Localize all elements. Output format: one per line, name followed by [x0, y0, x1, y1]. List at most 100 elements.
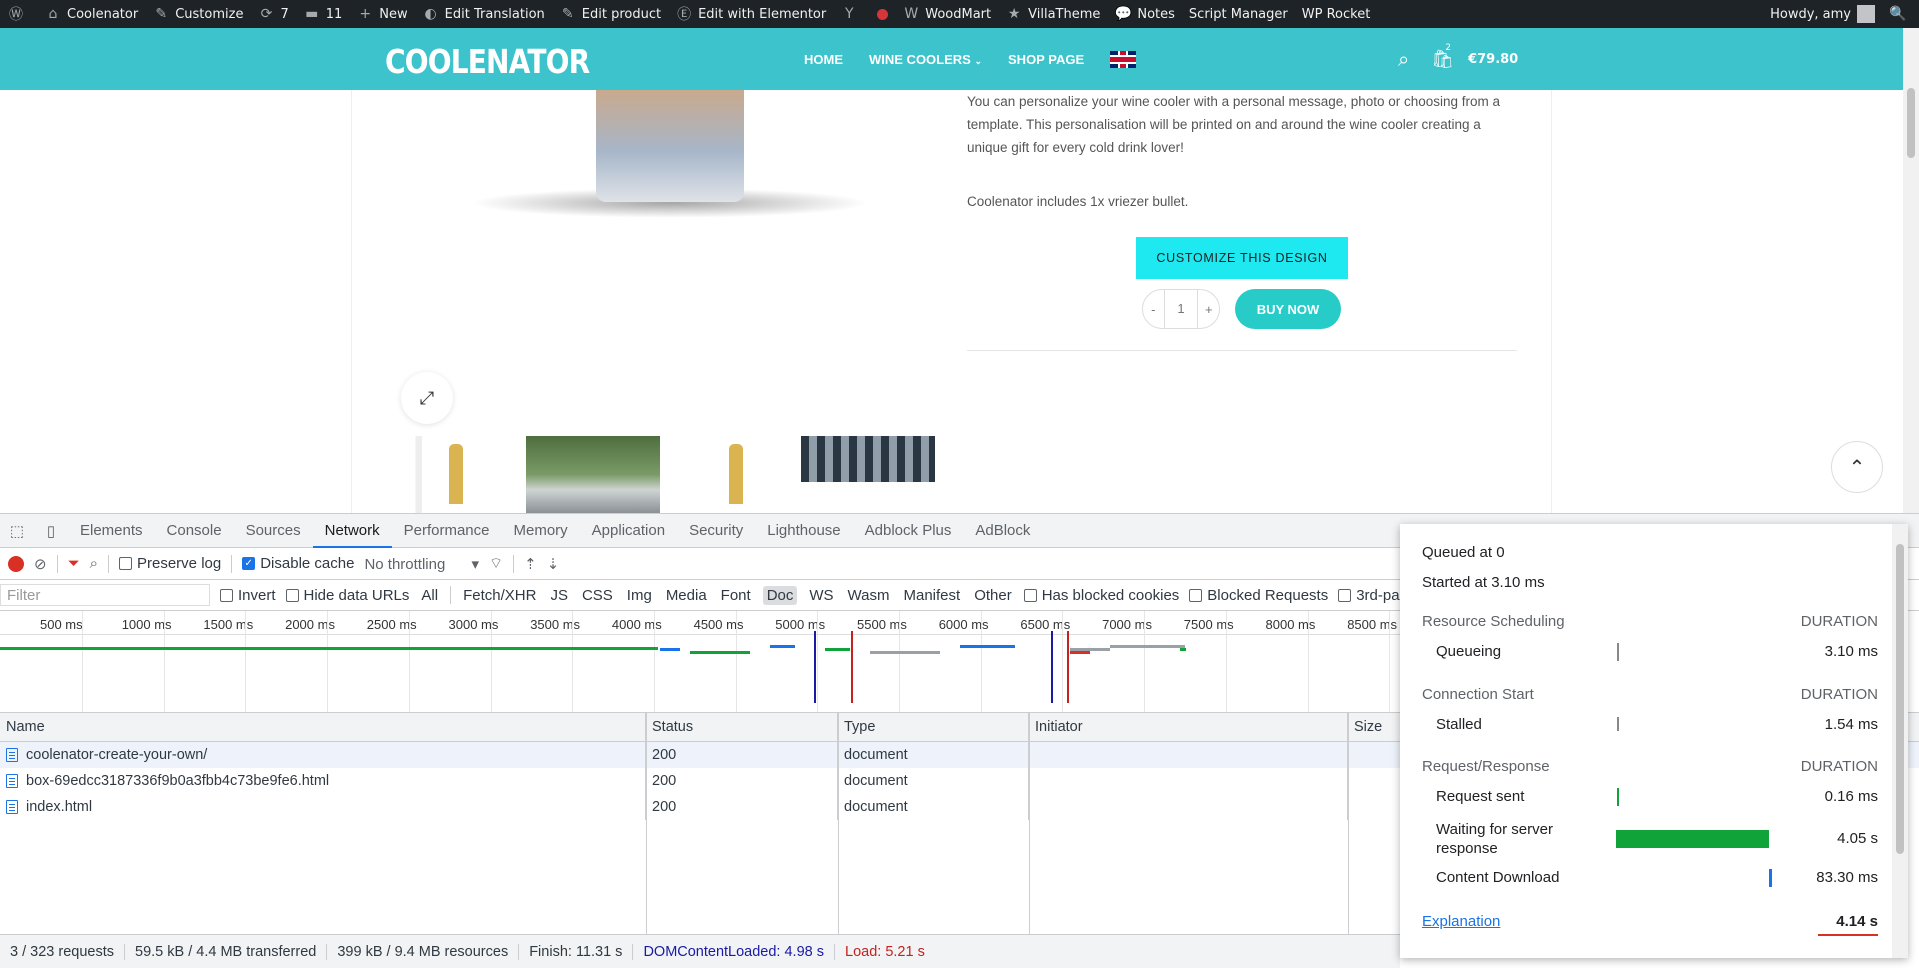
page-content: You can personalize your wine cooler wit…: [0, 90, 1903, 513]
filter-type-wasm[interactable]: Wasm: [846, 587, 892, 604]
wp-rocket-link[interactable]: WP Rocket: [1295, 0, 1378, 28]
product-thumbnail[interactable]: [526, 436, 660, 513]
import-har-icon[interactable]: ⇡: [524, 555, 537, 573]
request-initiator: [1029, 768, 1348, 794]
product-thumbnail[interactable]: [801, 436, 935, 482]
cart-icon[interactable]: 🛍 2: [1431, 43, 1454, 70]
hide-data-urls-checkbox[interactable]: Hide data URLs: [285, 587, 409, 604]
col-name[interactable]: Name: [0, 713, 646, 741]
nav-home[interactable]: HOME: [804, 52, 843, 67]
expand-image-button[interactable]: ⤢: [401, 372, 453, 424]
product-thumbnail[interactable]: [399, 436, 481, 513]
filter-type-js[interactable]: JS: [548, 587, 570, 604]
popover-scrollbar[interactable]: [1892, 524, 1908, 958]
disable-cache-checkbox[interactable]: ✓ Disable cache: [242, 555, 354, 572]
device-toolbar-icon[interactable]: ▯: [34, 522, 68, 540]
notes-link[interactable]: 💬 Notes: [1107, 0, 1182, 28]
request-initiator: [1029, 742, 1348, 768]
queueing-bar: [1617, 643, 1619, 661]
site-name-link[interactable]: ⌂ Coolenator: [37, 0, 145, 28]
page-scrollbar[interactable]: [1903, 28, 1919, 513]
network-conditions-icon[interactable]: ⌔: [489, 554, 503, 573]
qty-minus-button[interactable]: -: [1143, 302, 1164, 317]
site-logo[interactable]: COOLENATOR: [385, 42, 590, 81]
tab-adblock-plus[interactable]: Adblock Plus: [853, 514, 964, 548]
filter-funnel-icon[interactable]: ⏷: [68, 555, 80, 572]
product-thumbnail[interactable]: [671, 436, 791, 513]
script-manager-link[interactable]: Script Manager: [1182, 0, 1295, 28]
edit-with-elementor-link[interactable]: Ⓔ Edit with Elementor: [668, 0, 833, 28]
comments-link[interactable]: ▬ 11: [296, 0, 350, 28]
qty-plus-button[interactable]: +: [1198, 302, 1219, 317]
main-nav: HOME WINE COOLERS ⌄ SHOP PAGE: [804, 28, 1137, 90]
timeline-ruler: 500 ms 1000 ms 1500 ms 2000 ms 2500 ms 3000 m…: [0, 611, 1400, 635]
filter-type-font[interactable]: Font: [719, 587, 753, 604]
filter-type-other[interactable]: Other: [972, 587, 1014, 604]
tab-console[interactable]: Console: [155, 514, 234, 548]
scrollbar-thumb[interactable]: [1907, 88, 1915, 158]
filter-type-img[interactable]: Img: [625, 587, 654, 604]
search-icon[interactable]: ⌕: [90, 555, 98, 572]
has-blocked-cookies-checkbox[interactable]: Has blocked cookies: [1023, 587, 1179, 604]
col-initiator[interactable]: Initiator: [1029, 713, 1348, 741]
search-icon[interactable]: ⌕: [1398, 47, 1409, 71]
quantity-stepper: - 1 +: [1142, 289, 1220, 329]
filter-type-doc[interactable]: Doc: [762, 585, 798, 605]
export-har-icon[interactable]: ⇣: [547, 555, 560, 573]
clear-icon[interactable]: ⊘: [34, 555, 47, 573]
nav-shop-page[interactable]: SHOP PAGE: [1008, 52, 1084, 67]
blocked-requests-checkbox[interactable]: Blocked Requests: [1189, 587, 1328, 604]
third-party-checkbox[interactable]: 3rd-part: [1338, 587, 1409, 604]
record-dot[interactable]: [870, 0, 895, 28]
my-account-link[interactable]: Howdy, amy: [1763, 0, 1882, 28]
edit-product-link[interactable]: ✎ Edit product: [552, 0, 668, 28]
tab-adblock[interactable]: AdBlock: [963, 514, 1042, 548]
tab-sources[interactable]: Sources: [234, 514, 313, 548]
tab-memory[interactable]: Memory: [502, 514, 580, 548]
tab-elements[interactable]: Elements: [68, 514, 155, 548]
duration-header: DURATION: [1800, 613, 1878, 630]
villatheme-link[interactable]: ★ VillaTheme: [998, 0, 1107, 28]
inspect-element-icon[interactable]: ⬚: [0, 522, 34, 540]
wordpress-logo[interactable]: Ⓦ: [0, 0, 37, 28]
filter-type-fetch-xhr[interactable]: Fetch/XHR: [461, 587, 538, 604]
new-content-link[interactable]: + New: [349, 0, 414, 28]
document-icon: [6, 748, 18, 762]
filter-type-manifest[interactable]: Manifest: [902, 587, 963, 604]
tab-network[interactable]: Network: [312, 514, 392, 548]
scrollbar-thumb[interactable]: [1896, 544, 1904, 854]
col-status[interactable]: Status: [646, 713, 838, 741]
woodmart-link[interactable]: W WoodMart: [895, 0, 998, 28]
filter-type-css[interactable]: CSS: [580, 587, 615, 604]
filter-input[interactable]: Filter: [0, 584, 210, 606]
invert-checkbox[interactable]: Invert: [220, 587, 276, 604]
scroll-to-top-button[interactable]: ⌃: [1831, 441, 1883, 493]
updates-link[interactable]: ⟳ 7: [250, 0, 295, 28]
explanation-link[interactable]: Explanation: [1422, 913, 1500, 930]
buy-now-button[interactable]: BUY NOW: [1235, 289, 1341, 329]
tab-lighthouse[interactable]: Lighthouse: [755, 514, 852, 548]
request-name: coolenator-create-your-own/: [0, 742, 646, 768]
tab-application[interactable]: Application: [580, 514, 677, 548]
filter-type-ws[interactable]: WS: [807, 587, 835, 604]
customize-design-button[interactable]: CUSTOMIZE THIS DESIGN: [1136, 237, 1348, 279]
admin-search[interactable]: 🔍: [1882, 0, 1919, 28]
uk-flag-icon[interactable]: [1110, 50, 1137, 68]
throttling-select[interactable]: No throttling ▾: [364, 555, 479, 573]
filter-type-all[interactable]: All: [419, 587, 440, 604]
yoast-link[interactable]: Y: [833, 0, 870, 28]
nav-wine-coolers[interactable]: WINE COOLERS ⌄: [869, 52, 982, 67]
preserve-log-checkbox[interactable]: Preserve log: [119, 555, 221, 572]
record-icon[interactable]: [8, 555, 24, 572]
customize-link[interactable]: ✎ Customize: [145, 0, 250, 28]
cart-total[interactable]: €79.80: [1468, 52, 1518, 67]
tab-performance[interactable]: Performance: [392, 514, 502, 548]
qty-input[interactable]: 1: [1163, 289, 1199, 329]
col-type[interactable]: Type: [838, 713, 1029, 741]
request-sent-value: 0.16 ms: [1824, 788, 1878, 805]
timeline-request-bar: [690, 651, 750, 654]
edit-translation-link[interactable]: ◐ Edit Translation: [415, 0, 552, 28]
col-size[interactable]: Size: [1348, 713, 1408, 741]
filter-type-media[interactable]: Media: [664, 587, 709, 604]
tab-security[interactable]: Security: [677, 514, 755, 548]
